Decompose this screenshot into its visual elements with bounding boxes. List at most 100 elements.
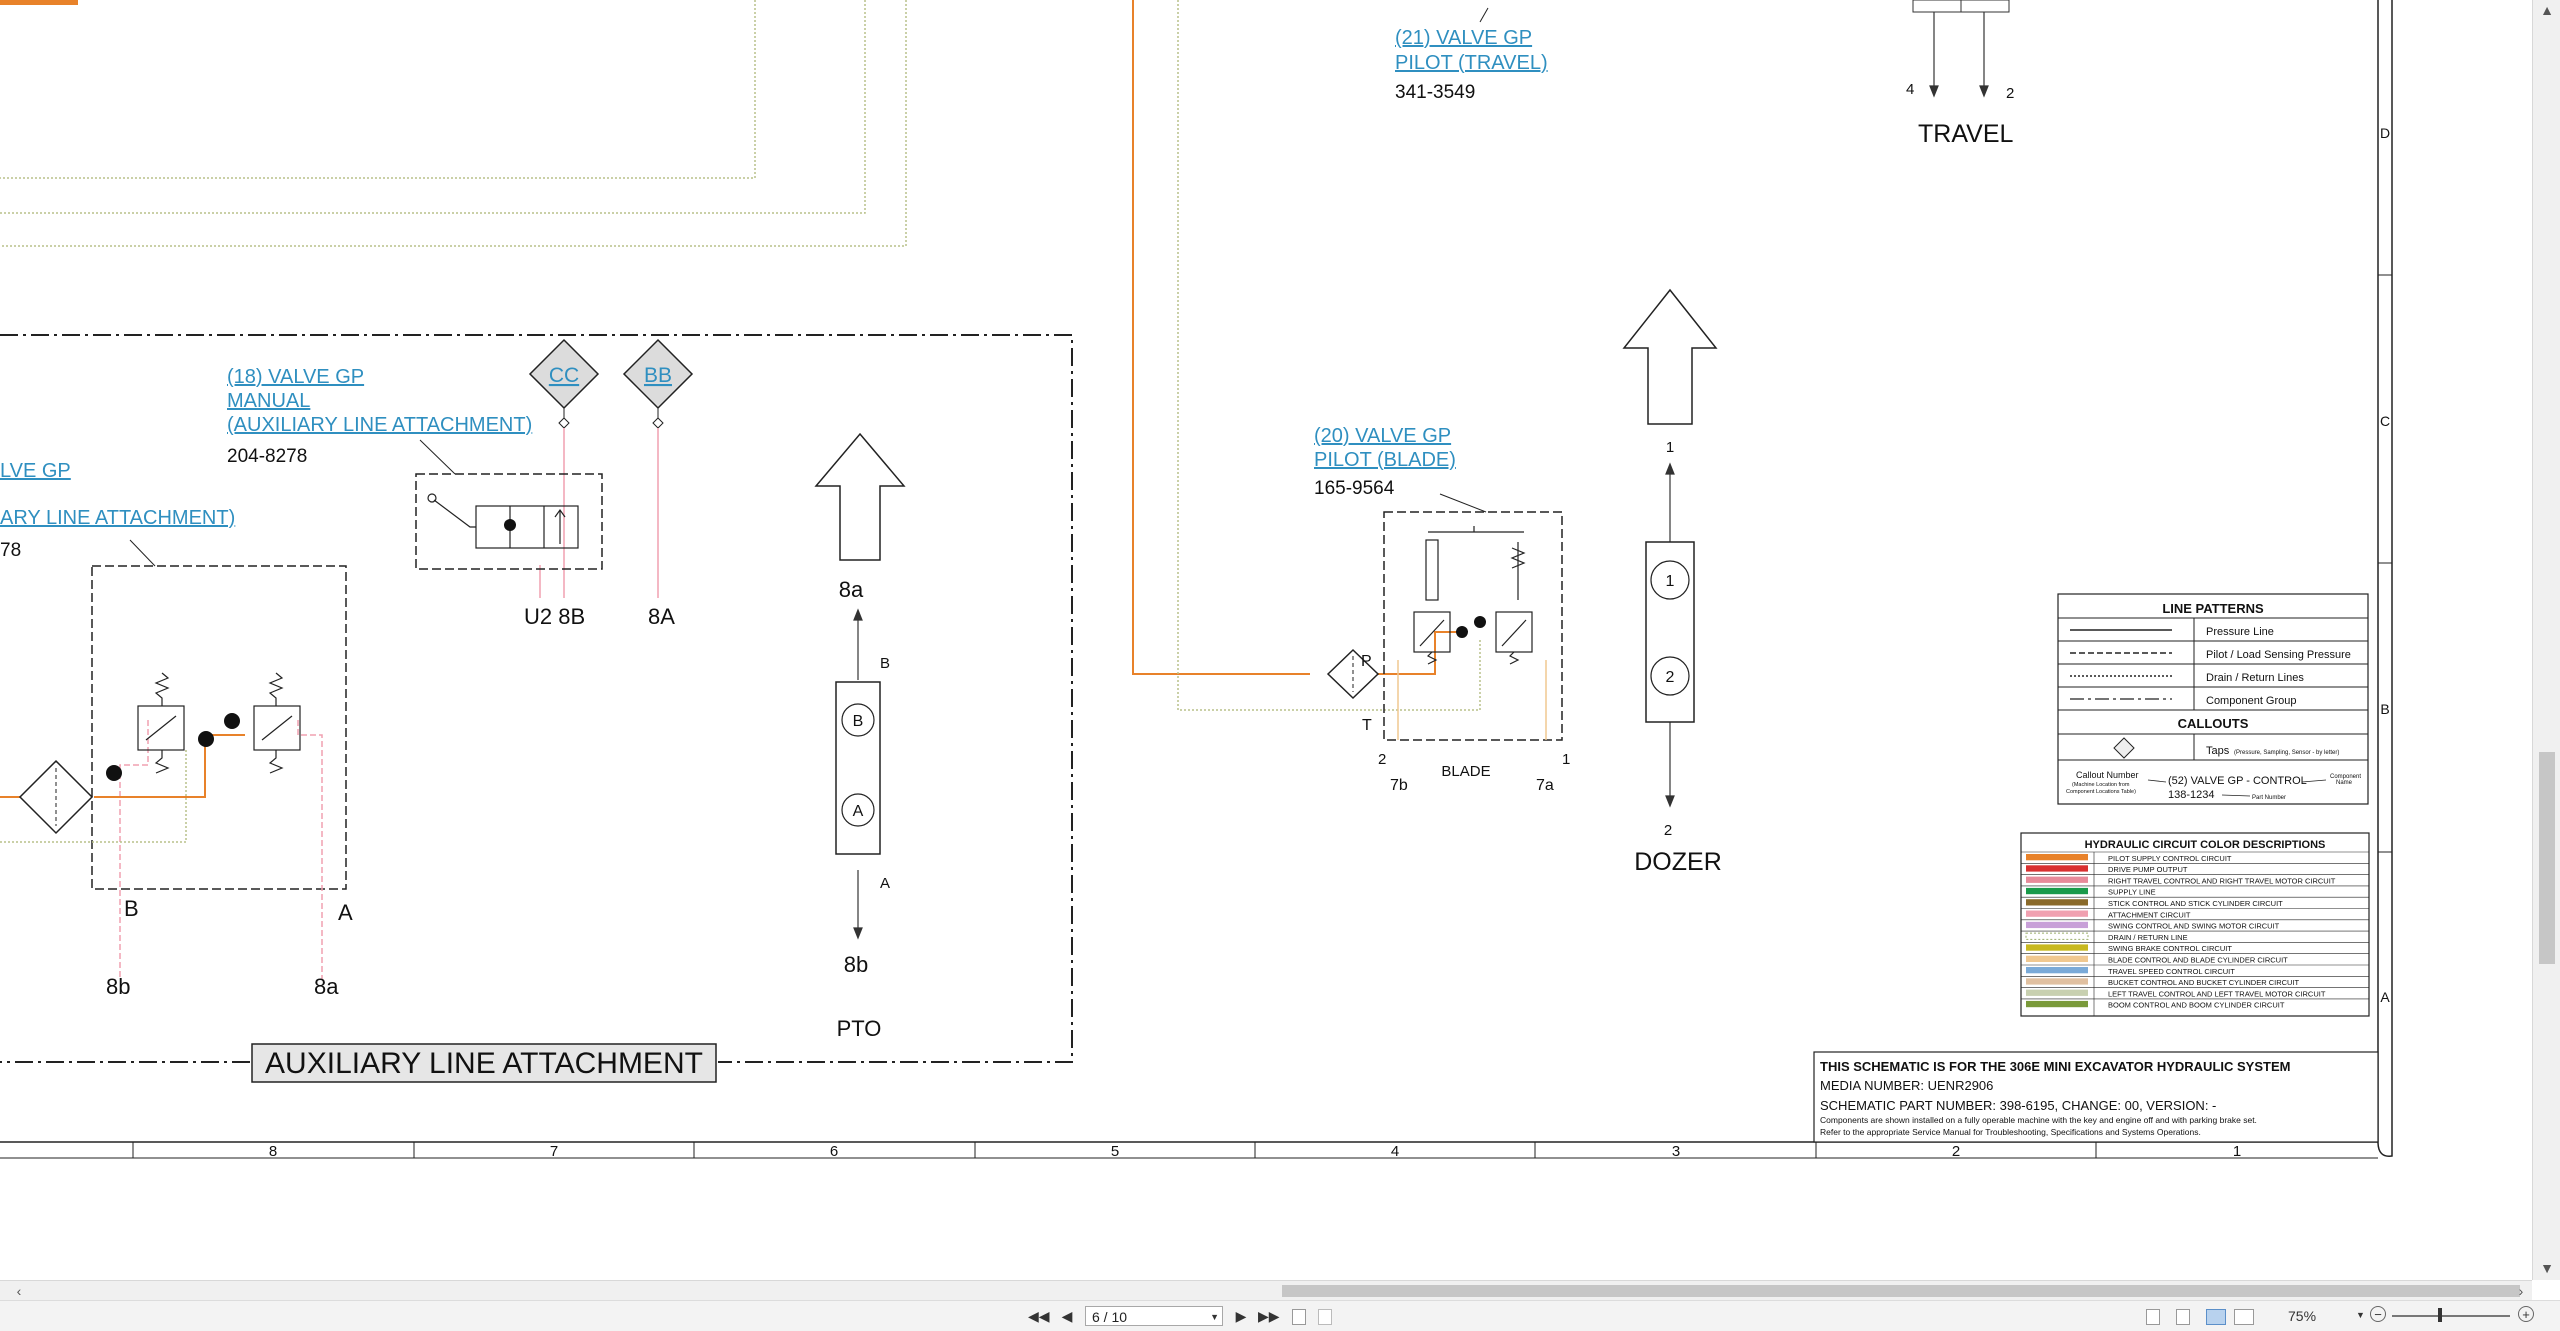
color-row-label: BUCKET CONTROL AND BUCKET CYLINDER CIRCU… bbox=[2108, 978, 2300, 987]
travel-port-4: 4 bbox=[1906, 81, 1914, 98]
color-row-label: DRAIN / RETURN LINE bbox=[2108, 933, 2188, 942]
page-display: 6 / 10 bbox=[1092, 1309, 1128, 1325]
aux-port-8a: 8a bbox=[314, 974, 339, 999]
copy-page-icon[interactable] bbox=[1292, 1309, 1306, 1325]
valve20-title1: (20) VALVE GP bbox=[1314, 425, 1451, 447]
partial-valve-title2: ARY LINE ATTACHMENT) bbox=[0, 507, 235, 529]
zoom-slider-thumb[interactable] bbox=[2438, 1308, 2442, 1322]
prev-page-icon[interactable]: ◀ bbox=[1058, 1307, 1076, 1325]
lp-pilot: Pilot / Load Sensing Pressure bbox=[2206, 649, 2351, 661]
row-B: B bbox=[2380, 701, 2389, 717]
color-swatch bbox=[2026, 978, 2088, 985]
pto-b: B bbox=[880, 655, 890, 672]
dozer-n1: 1 bbox=[1666, 439, 1674, 456]
horizontal-scroll-thumb[interactable] bbox=[1282, 1285, 2520, 1297]
ports-u2-8b: U2 8B bbox=[524, 604, 585, 629]
first-page-icon[interactable]: ◀◀ bbox=[1028, 1307, 1050, 1325]
facing-view-icon[interactable] bbox=[2206, 1309, 2226, 1325]
tap-cc: CC bbox=[549, 364, 579, 387]
color-row-label: BLADE CONTROL AND BLADE CYLINDER CIRCUIT bbox=[2108, 956, 2288, 965]
color-row-label: STICK CONTROL AND STICK CYLINDER CIRCUIT bbox=[2108, 899, 2283, 908]
row-A: A bbox=[2380, 989, 2390, 1005]
color-row-label: LEFT TRAVEL CONTROL AND LEFT TRAVEL MOTO… bbox=[2108, 989, 2326, 998]
col-4: 4 bbox=[1391, 1143, 1399, 1160]
col-8: 8 bbox=[269, 1143, 277, 1160]
dozer-n2: 2 bbox=[1664, 822, 1672, 839]
valve21-title2: PILOT (TRAVEL) bbox=[1395, 52, 1548, 74]
valve20-n1: 1 bbox=[1562, 751, 1570, 768]
zoom-slider[interactable] bbox=[2392, 1315, 2510, 1317]
color-row-label: DRIVE PUMP OUTPUT bbox=[2108, 865, 2188, 874]
next-page-icon[interactable]: ▶ bbox=[1232, 1307, 1250, 1325]
row-D: D bbox=[2380, 125, 2390, 141]
line-patterns-title: LINE PATTERNS bbox=[2162, 601, 2264, 616]
colors-table-title: HYDRAULIC CIRCUIT COLOR DESCRIPTIONS bbox=[2085, 839, 2326, 851]
partial-valve-title1: LVE GP bbox=[0, 460, 71, 482]
pto-label: PTO bbox=[837, 1016, 882, 1041]
color-swatch bbox=[2026, 955, 2088, 962]
color-row-label: SWING BRAKE CONTROL CIRCUIT bbox=[2108, 944, 2232, 953]
zoom-dropdown-icon[interactable]: ▼ bbox=[2356, 1310, 2365, 1320]
aux-port-A: A bbox=[338, 900, 353, 925]
last-page-icon[interactable]: ▶▶ bbox=[1258, 1307, 1280, 1325]
color-row-label: PILOT SUPPLY CONTROL CIRCUIT bbox=[2108, 854, 2232, 863]
titleblock-line3: SCHEMATIC PART NUMBER: 398-6195, CHANGE:… bbox=[1820, 1098, 2216, 1113]
color-swatch bbox=[2026, 910, 2088, 917]
color-row-label: ATTACHMENT CIRCUIT bbox=[2108, 910, 2191, 919]
continuous-view-icon[interactable] bbox=[2176, 1309, 2190, 1325]
valve20-n2: 2 bbox=[1378, 751, 1386, 768]
taps-note: (Pressure, Sampling, Sensor - by letter) bbox=[2234, 750, 2339, 756]
color-swatch bbox=[2025, 932, 2089, 940]
scroll-left-icon[interactable]: ‹ bbox=[10, 1281, 28, 1301]
scroll-down-icon[interactable]: ▼ bbox=[2538, 1258, 2556, 1278]
paste-page-icon[interactable] bbox=[1318, 1309, 1332, 1325]
valve20-7a: 7a bbox=[1536, 777, 1554, 794]
tap-bb: BB bbox=[644, 364, 672, 387]
callout-part: 138-1234 bbox=[2168, 789, 2215, 801]
lp-drain: Drain / Return Lines bbox=[2206, 672, 2304, 684]
valve20-7b: 7b bbox=[1390, 777, 1408, 794]
zoom-out-icon[interactable]: − bbox=[2370, 1306, 2386, 1322]
scroll-up-icon[interactable]: ▲ bbox=[2538, 0, 2556, 20]
aux-port-B: B bbox=[124, 896, 139, 921]
continuous-facing-view-icon[interactable] bbox=[2234, 1309, 2254, 1325]
valve18-part: 204-8278 bbox=[227, 446, 307, 467]
color-swatch bbox=[2026, 865, 2088, 872]
row-C: C bbox=[2380, 413, 2390, 429]
navigation-bar: ◀◀ ◀ 6 / 10 ▼ ▶ ▶▶ 75% ▼ − + bbox=[0, 1300, 2560, 1331]
horizontal-scrollbar[interactable]: ‹ › bbox=[0, 1280, 2532, 1301]
dozer-label: DOZER bbox=[1634, 848, 1722, 876]
valve18-title3: (AUXILIARY LINE ATTACHMENT) bbox=[227, 414, 532, 436]
hydraulic-schematic: (21) VALVE GP PILOT (TRAVEL) 341-3549 4 … bbox=[0, 0, 2393, 1160]
page-number-input[interactable]: 6 / 10 ▼ bbox=[1085, 1306, 1223, 1326]
valve18-title1: (18) VALVE GP bbox=[227, 366, 364, 388]
zoom-level[interactable]: 75% bbox=[2288, 1308, 2316, 1324]
col-6: 6 bbox=[830, 1143, 838, 1160]
col-3: 3 bbox=[1672, 1143, 1680, 1160]
col-7: 7 bbox=[550, 1143, 558, 1160]
port-8A: 8A bbox=[648, 604, 675, 629]
part-number-note: Part Number bbox=[2252, 795, 2286, 801]
vertical-scrollbar[interactable]: ▲ ▼ bbox=[2532, 0, 2560, 1280]
zoom-in-icon[interactable]: + bbox=[2518, 1306, 2534, 1322]
scroll-right-icon[interactable]: › bbox=[2512, 1281, 2530, 1301]
lp-pressure: Pressure Line bbox=[2206, 626, 2274, 638]
titleblock-line2: MEDIA NUMBER: UENR2906 bbox=[1820, 1078, 1993, 1093]
valve20-P: P bbox=[1361, 653, 1372, 670]
document-viewport[interactable]: (21) VALVE GP PILOT (TRAVEL) 341-3549 4 … bbox=[0, 0, 2532, 1280]
chevron-down-icon[interactable]: ▼ bbox=[1210, 1307, 1219, 1327]
col-1: 1 bbox=[2233, 1143, 2241, 1160]
color-swatch bbox=[2026, 887, 2088, 895]
vertical-scroll-thumb[interactable] bbox=[2539, 752, 2555, 964]
dozer-circle-2: 2 bbox=[1666, 669, 1675, 686]
taps-label: Taps bbox=[2206, 745, 2230, 757]
color-swatch bbox=[2026, 921, 2088, 929]
color-row-label: TRAVEL SPEED CONTROL CIRCUIT bbox=[2108, 967, 2235, 976]
single-page-view-icon[interactable] bbox=[2146, 1309, 2160, 1325]
color-swatch bbox=[2026, 944, 2088, 951]
color-row-label: SUPPLY LINE bbox=[2108, 888, 2156, 897]
callout-example: (52) VALVE GP - CONTROL bbox=[2168, 775, 2307, 787]
valve20-title2: PILOT (BLADE) bbox=[1314, 449, 1456, 471]
dozer-circle-1: 1 bbox=[1666, 573, 1675, 590]
valve20-blade: BLADE bbox=[1441, 763, 1490, 780]
